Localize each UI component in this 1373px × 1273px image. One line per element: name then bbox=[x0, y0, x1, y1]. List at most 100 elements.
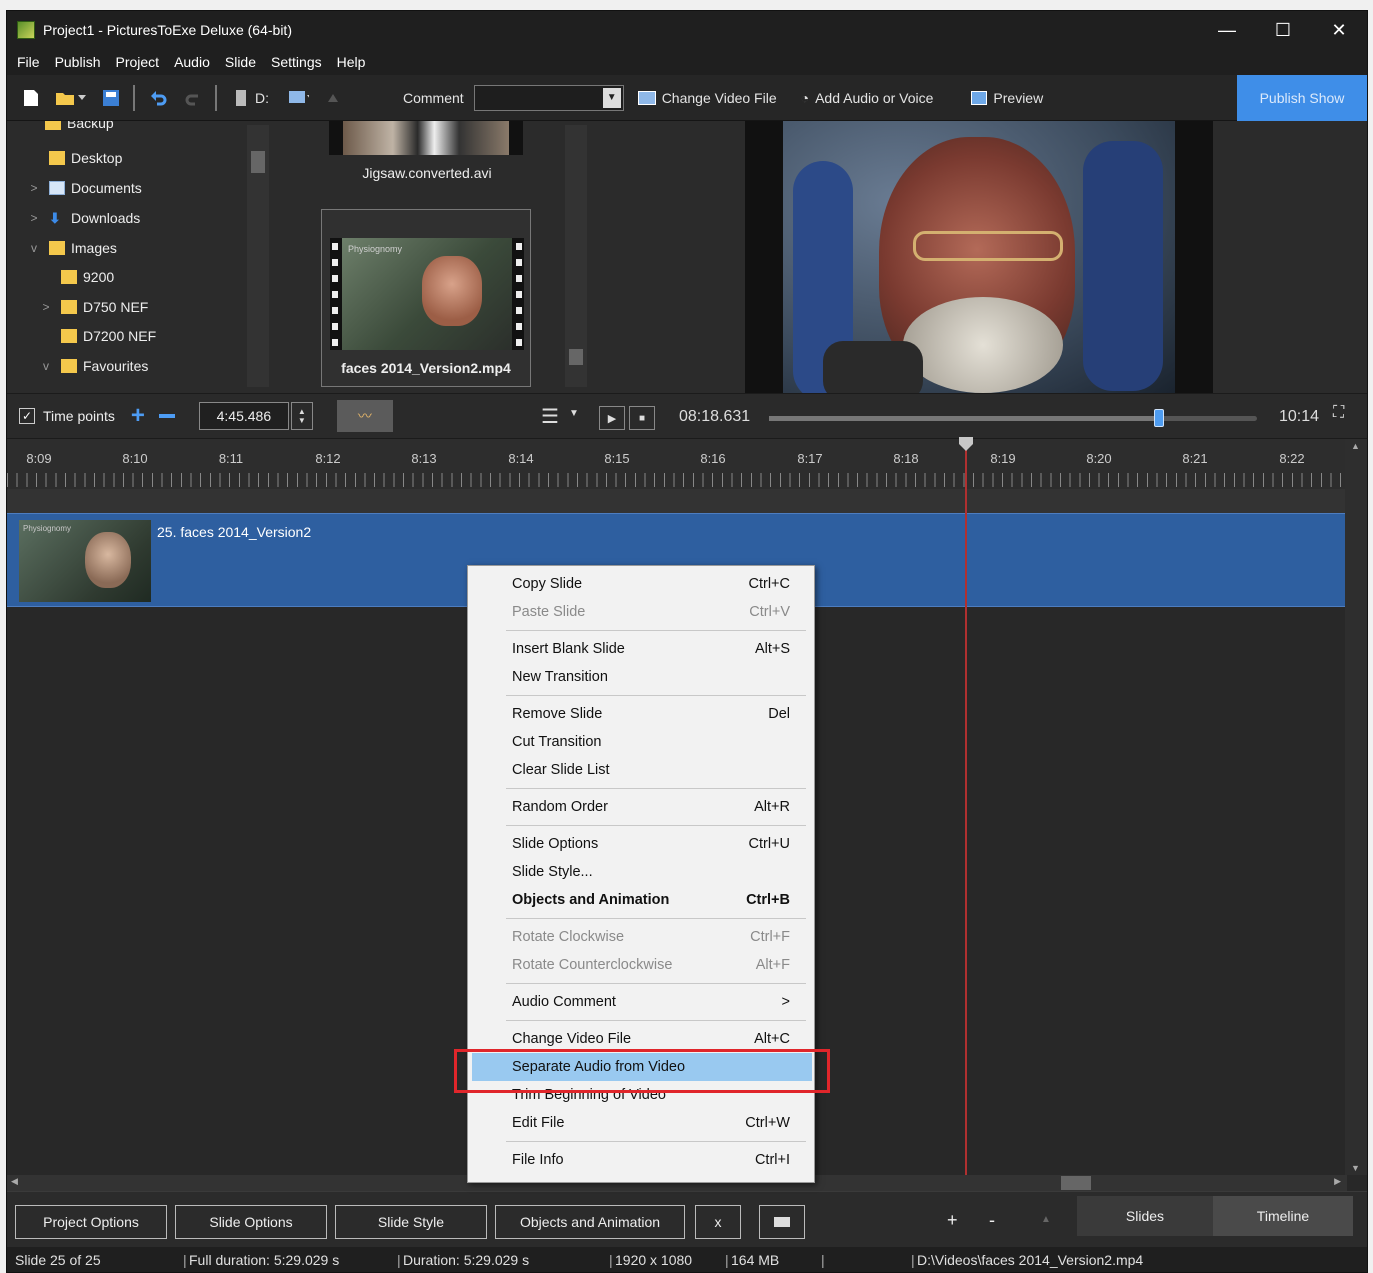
tab-timeline[interactable]: Timeline bbox=[1213, 1196, 1353, 1236]
change-video-file-button[interactable]: Change Video File bbox=[637, 90, 777, 106]
comment-combo[interactable]: ▼ bbox=[473, 84, 624, 111]
scroll-right-icon[interactable]: ▶ bbox=[1334, 1176, 1341, 1187]
thumbnails-scrollbar[interactable] bbox=[565, 125, 587, 387]
menu-item-cut-transition[interactable]: Cut Transition bbox=[472, 728, 812, 756]
tree-scrollbar[interactable] bbox=[247, 125, 269, 387]
menu-audio[interactable]: Audio bbox=[168, 54, 219, 70]
waveform-button[interactable]: 〰 bbox=[336, 400, 393, 432]
tree-item-d750-nef[interactable]: > D750 NEF bbox=[39, 293, 148, 321]
slide-options-button[interactable]: Slide Options bbox=[175, 1205, 327, 1239]
menu-file[interactable]: File bbox=[11, 54, 49, 70]
fullscreen-icon[interactable]: ⛶ bbox=[1333, 404, 1344, 422]
time-spinner[interactable]: ▲ ▼ bbox=[290, 402, 313, 430]
remove-slide-icon[interactable]: - bbox=[989, 1210, 995, 1231]
menu-item-slide-options[interactable]: Slide Options Ctrl+U bbox=[472, 830, 812, 858]
play-button[interactable]: ▶ bbox=[599, 406, 625, 430]
remove-point-icon[interactable] bbox=[158, 414, 175, 418]
folder-icon bbox=[49, 241, 65, 255]
move-up-icon[interactable]: ▲ bbox=[1041, 1214, 1051, 1225]
menu-publish[interactable]: Publish bbox=[49, 54, 110, 70]
tree-item-documents[interactable]: > Documents bbox=[27, 174, 141, 202]
menu-item-clear-slide-list[interactable]: Clear Slide List bbox=[472, 756, 812, 784]
scroll-up-icon[interactable]: ▲ bbox=[1351, 441, 1360, 451]
project-options-button[interactable]: Project Options bbox=[15, 1205, 167, 1239]
objects-animation-button[interactable]: Objects and Animation bbox=[495, 1205, 685, 1239]
menu-item-insert-blank-slide[interactable]: Insert Blank Slide Alt+S bbox=[472, 635, 812, 663]
scroll-thumb[interactable] bbox=[1061, 1176, 1091, 1190]
tree-chevron[interactable]: > bbox=[27, 181, 41, 195]
tree-item-images[interactable]: v Images bbox=[27, 234, 117, 262]
close-button[interactable]: ✕ bbox=[1311, 11, 1367, 49]
menu-item-new-transition[interactable]: New Transition bbox=[472, 663, 812, 691]
seek-slider[interactable] bbox=[769, 409, 1257, 427]
publish-show-button[interactable]: Publish Show bbox=[1237, 75, 1367, 121]
view-mode-icon[interactable] bbox=[289, 88, 309, 108]
minimize-button[interactable]: — bbox=[1199, 11, 1255, 49]
tree-item-downloads[interactable]: > ⬇ Downloads bbox=[27, 204, 140, 232]
menu-item-audio-comment[interactable]: Audio Comment > bbox=[472, 988, 812, 1016]
add-point-icon[interactable]: + bbox=[131, 402, 145, 430]
menu-separator bbox=[506, 983, 806, 984]
menu-item-random-order[interactable]: Random Order Alt+R bbox=[472, 793, 812, 821]
tree-item-label: Desktop bbox=[71, 150, 123, 166]
tree-item-d7200-nef[interactable]: D7200 NEF bbox=[39, 322, 156, 350]
menu-project[interactable]: Project bbox=[109, 54, 168, 70]
playhead-line[interactable] bbox=[965, 439, 967, 1191]
tree-item-favourites[interactable]: v Favourites bbox=[39, 352, 148, 380]
drive-icon[interactable] bbox=[231, 88, 251, 108]
menu-separator bbox=[506, 788, 806, 789]
undo-icon[interactable] bbox=[149, 88, 169, 108]
open-folder-icon[interactable] bbox=[55, 88, 75, 108]
time-value-input[interactable]: 4:45.486 bbox=[198, 402, 289, 430]
drive-label[interactable]: D: bbox=[255, 90, 269, 106]
slide-style-button[interactable]: Slide Style bbox=[335, 1205, 487, 1239]
add-audio-button[interactable]: ◔ Add Audio or Voice bbox=[801, 90, 934, 106]
timeline-vscroll[interactable]: ▲ ▼ bbox=[1345, 439, 1367, 1175]
maximize-button[interactable]: ☐ bbox=[1255, 11, 1311, 49]
tree-chevron[interactable]: v bbox=[39, 359, 53, 373]
tree-item-desktop[interactable]: Desktop bbox=[27, 144, 122, 172]
jigsaw-thumbnail[interactable] bbox=[329, 121, 523, 155]
menu-item-edit-file[interactable]: Edit File Ctrl+W bbox=[472, 1109, 812, 1137]
stop-button[interactable]: ■ bbox=[629, 406, 655, 430]
seek-thumb[interactable] bbox=[1154, 409, 1165, 427]
menu-item-label: Remove Slide bbox=[512, 706, 603, 722]
scroll-left-icon[interactable]: ◀ bbox=[11, 1176, 18, 1187]
menu-help[interactable]: Help bbox=[331, 54, 375, 70]
menu-item-remove-slide[interactable]: Remove Slide Del bbox=[472, 700, 812, 728]
menu-settings[interactable]: Settings bbox=[265, 54, 331, 70]
selected-file-card[interactable]: Physiognomy faces 2014_Version2.mp4 bbox=[321, 209, 531, 387]
tree-chevron[interactable]: > bbox=[39, 300, 53, 314]
list-menu-icon[interactable]: ☰ bbox=[541, 404, 559, 429]
x-button[interactable]: x bbox=[695, 1205, 741, 1239]
background-figure bbox=[1083, 141, 1163, 391]
scroll-thumb[interactable] bbox=[251, 151, 265, 173]
sort-up-icon[interactable] bbox=[323, 88, 343, 108]
menu-item-file-info[interactable]: File Info Ctrl+I bbox=[472, 1146, 812, 1174]
screen-button[interactable] bbox=[759, 1205, 805, 1239]
scroll-thumb[interactable] bbox=[569, 349, 583, 365]
clip-thumbnail[interactable]: Physiognomy bbox=[19, 520, 151, 602]
redo-icon[interactable] bbox=[183, 88, 203, 108]
save-icon[interactable] bbox=[101, 88, 121, 108]
new-file-icon[interactable] bbox=[21, 88, 41, 108]
menu-item-slide-style[interactable]: Slide Style... bbox=[472, 858, 812, 886]
time-points-checkbox[interactable]: ✓ bbox=[19, 408, 35, 424]
scroll-down-icon[interactable]: ▼ bbox=[1351, 1163, 1360, 1173]
tree-chevron[interactable]: > bbox=[27, 211, 41, 225]
tree-item-backup[interactable]: Backup bbox=[23, 121, 114, 137]
chevron-down-icon[interactable]: ▼ bbox=[569, 408, 579, 419]
tree-item-9200[interactable]: 9200 bbox=[39, 263, 114, 291]
preview-button[interactable]: Preview bbox=[971, 90, 1043, 106]
open-dropdown-icon[interactable] bbox=[77, 88, 87, 108]
tab-slides[interactable]: Slides bbox=[1077, 1196, 1213, 1236]
file-name-jigsaw[interactable]: Jigsaw.converted.avi bbox=[277, 165, 577, 181]
tree-chevron[interactable]: v bbox=[27, 241, 41, 255]
chevron-down-icon[interactable]: ▼ bbox=[602, 87, 621, 108]
add-slide-icon[interactable]: + bbox=[947, 1210, 958, 1231]
menu-slide[interactable]: Slide bbox=[219, 54, 265, 70]
menu-item-copy-slide[interactable]: Copy Slide Ctrl+C bbox=[472, 570, 812, 598]
time-ruler[interactable]: 8:09 8:10 8:11 8:12 8:13 8:14 8:15 8:16 … bbox=[7, 439, 1347, 491]
submenu-chevron-icon: > bbox=[781, 994, 790, 1010]
menu-item-objects-and-animation[interactable]: Objects and Animation Ctrl+B bbox=[472, 886, 812, 914]
